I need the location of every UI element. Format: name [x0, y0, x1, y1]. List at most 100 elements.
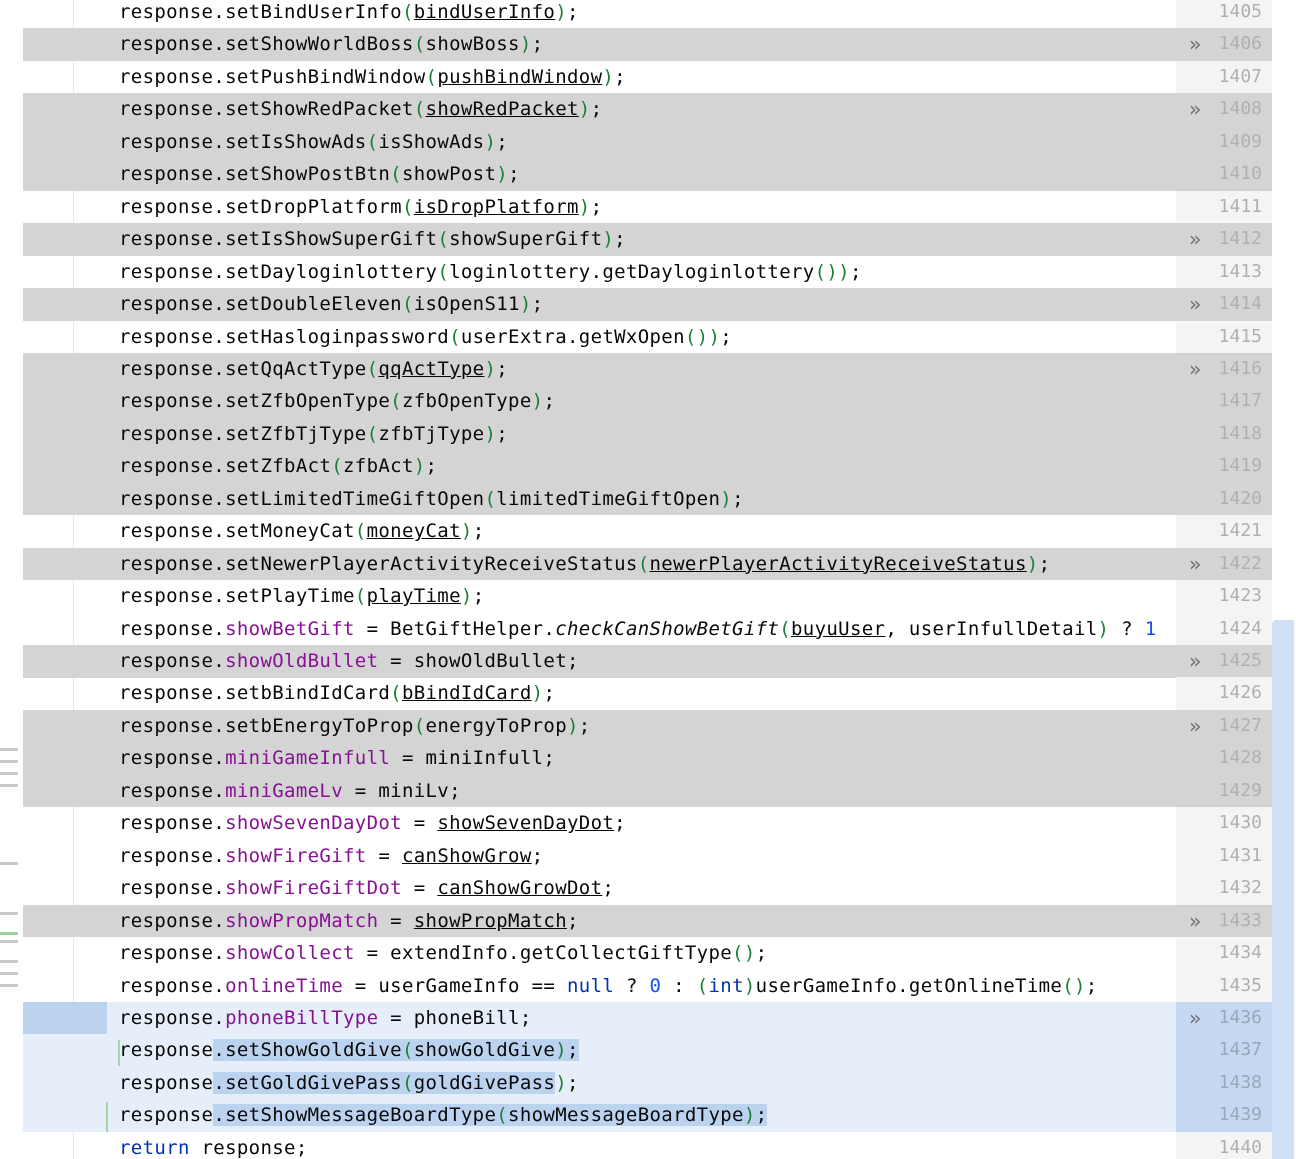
code-line[interactable]: response.miniGameLv = miniLv; 1429 [0, 774, 1296, 808]
code-text[interactable]: response.showOldBullet = showOldBullet; [119, 645, 1174, 678]
code-line[interactable]: response.setShowPostBtn(showPost); 1410 [0, 158, 1296, 191]
code-line[interactable]: response.showFireGift = canShowGrow; 1431 [0, 839, 1296, 873]
code-text[interactable]: return response; [119, 1132, 1174, 1159]
fold-arrows-icon[interactable]: » [1189, 710, 1201, 743]
code-text[interactable]: response.setZfbTjType(zfbTjType); [119, 418, 1174, 451]
code-text[interactable]: response.phoneBillType = phoneBill; [119, 1002, 1174, 1035]
fold-arrows-icon[interactable]: » [1189, 288, 1201, 321]
line-number: 1436 [1218, 1006, 1262, 1028]
fold-arrows-icon[interactable]: » [1189, 645, 1201, 678]
fold-arrows-icon[interactable]: » [1189, 548, 1201, 581]
scrollbar-thumb[interactable] [1272, 620, 1294, 1159]
fold-arrows-icon[interactable]: » [1189, 28, 1201, 61]
code-text[interactable]: response.setDayloginlottery(loginlottery… [119, 256, 1174, 289]
code-text[interactable]: response.setbEnergyToProp(energyToProp); [119, 710, 1174, 743]
line-number: 1415 [1218, 325, 1262, 347]
line-number: 1413 [1218, 260, 1262, 282]
code-text[interactable]: response.setPlayTime(playTime); [119, 580, 1174, 613]
code-line[interactable]: response.setNewerPlayerActivityReceiveSt… [0, 547, 1296, 581]
code-line[interactable]: response.setZfbOpenType(zfbOpenType); 141… [0, 385, 1296, 418]
code-line[interactable]: response.showSevenDayDot = showSevenDayD… [0, 807, 1296, 840]
code-line[interactable]: response.setZfbTjType(zfbTjType); 1418 [0, 417, 1296, 451]
code-line[interactable]: response.showCollect = extendInfo.getCol… [0, 937, 1296, 970]
code-text[interactable]: response.miniGameInfull = miniInfull; [119, 742, 1174, 775]
code-line[interactable]: response.setMoneyCat(moneyCat); 1421 [0, 515, 1296, 548]
code-line[interactable]: response.setZfbAct(zfbAct); 1419 [0, 450, 1296, 483]
code-text[interactable]: response.showFireGift = canShowGrow; [119, 840, 1174, 873]
line-number: 1435 [1218, 974, 1262, 996]
line-number: 1425 [1218, 650, 1262, 671]
code-text[interactable]: response.setHasloginpassword(userExtra.g… [119, 321, 1174, 354]
code-text[interactable]: response.setZfbAct(zfbAct); [119, 450, 1174, 483]
code-text[interactable]: response.setbBindIdCard(bBindIdCard); [119, 677, 1174, 710]
code-line[interactable]: response.setIsShowAds(isShowAds); 1409 [0, 125, 1296, 159]
minimap-marker [0, 972, 18, 975]
fold-arrows-icon[interactable]: » [1189, 1002, 1201, 1035]
code-line[interactable]: response.setPlayTime(playTime); 1423 [0, 580, 1296, 613]
code-line[interactable]: response.setDoubleEleven(isOpenS11); » 141… [0, 288, 1296, 321]
fold-arrows-icon[interactable]: » [1189, 93, 1201, 126]
code-line[interactable]: response.setPushBindWindow(pushBindWindo… [0, 60, 1296, 94]
code-text[interactable]: response.setShowMessageBoardType(showMes… [119, 1099, 1174, 1132]
code-line[interactable]: response.setGoldGivePass(goldGivePass); 1… [0, 1066, 1296, 1100]
code-text[interactable]: response.setBindUserInfo(bindUserInfo); [119, 0, 1174, 29]
code-line[interactable]: response.setShowMessageBoardType(showMes… [0, 1099, 1296, 1132]
code-text[interactable]: response.miniGameLv = miniLv; [119, 775, 1174, 808]
code-line[interactable]: response.onlineTime = userGameInfo == nu… [0, 969, 1296, 1003]
code-text[interactable]: response.setMoneyCat(moneyCat); [119, 515, 1174, 548]
code-text[interactable]: response.setIsShowSuperGift(showSuperGif… [119, 223, 1174, 256]
code-line[interactable]: response.setIsShowSuperGift(showSuperGif… [0, 223, 1296, 256]
code-line[interactable]: response.setDropPlatform(isDropPlatform)… [0, 190, 1296, 224]
fold-arrows-icon[interactable]: » [1189, 223, 1201, 256]
code-line[interactable]: response.showOldBullet = showOldBullet; »… [0, 645, 1296, 678]
code-line[interactable]: response.setShowGoldGive(showGoldGive); 1… [0, 1034, 1296, 1067]
code-text[interactable]: response.setGoldGivePass(goldGivePass); [119, 1067, 1174, 1100]
code-line[interactable]: response.setbBindIdCard(bBindIdCard); 142… [0, 677, 1296, 710]
code-text[interactable]: response.setNewerPlayerActivityReceiveSt… [119, 548, 1174, 581]
code-text[interactable]: response.setQqActType(qqActType); [119, 353, 1174, 386]
code-line[interactable]: response.miniGameInfull = miniInfull; 142… [0, 742, 1296, 775]
code-line[interactable]: response.setQqActType(qqActType); » 1416 [0, 352, 1296, 386]
code-text[interactable]: response.setShowRedPacket(showRedPacket)… [119, 93, 1174, 126]
code-text[interactable]: response.showFireGiftDot = canShowGrowDo… [119, 872, 1174, 905]
line-number: 1427 [1218, 714, 1262, 736]
line-number: 1418 [1218, 422, 1262, 444]
line-number: 1407 [1218, 65, 1262, 87]
scrollbar-track[interactable] [1272, 0, 1296, 1159]
code-line[interactable]: response.setShowRedPacket(showRedPacket)… [0, 93, 1296, 126]
code-line[interactable]: response.phoneBillType = phoneBill; » 1436 [0, 1001, 1296, 1035]
change-marker [106, 1102, 108, 1132]
line-number: 1405 [1218, 1, 1262, 22]
code-line[interactable]: return response; 1440 [0, 1131, 1296, 1159]
code-line[interactable]: response.showFireGiftDot = canShowGrowDo… [0, 872, 1296, 905]
code-line[interactable]: response.setDayloginlottery(loginlottery… [0, 255, 1296, 289]
code-line[interactable]: response.showPropMatch = showPropMatch; »… [0, 904, 1296, 938]
fold-arrows-icon[interactable]: » [1189, 353, 1201, 386]
code-text[interactable]: response.setShowPostBtn(showPost); [119, 158, 1174, 191]
code-text[interactable]: response.setLimitedTimeGiftOpen(limitedT… [119, 483, 1174, 516]
line-number: 1428 [1218, 747, 1262, 769]
code-text[interactable]: response.setZfbOpenType(zfbOpenType); [119, 385, 1174, 418]
code-text[interactable]: response.setIsShowAds(isShowAds); [119, 126, 1174, 159]
code-text[interactable]: response.onlineTime = userGameInfo == nu… [119, 970, 1174, 1003]
code-text[interactable]: response.setDoubleEleven(isOpenS11); [119, 288, 1174, 321]
code-text[interactable]: response.setShowWorldBoss(showBoss); [119, 28, 1174, 61]
minimap-marker [0, 772, 18, 775]
code-line[interactable]: response.setBindUserInfo(bindUserInfo); 1… [0, 0, 1296, 29]
code-text[interactable]: response.showCollect = extendInfo.getCol… [119, 937, 1174, 970]
code-line[interactable]: response.setShowWorldBoss(showBoss); » 140… [0, 28, 1296, 61]
code-text[interactable]: response.setDropPlatform(isDropPlatform)… [119, 191, 1174, 224]
code-line[interactable]: response.setbEnergyToProp(energyToProp);… [0, 709, 1296, 743]
code-text[interactable]: response.setShowGoldGive(showGoldGive); [119, 1034, 1174, 1067]
code-text[interactable]: response.setPushBindWindow(pushBindWindo… [119, 61, 1174, 94]
code-line[interactable]: response.setLimitedTimeGiftOpen(limitedT… [0, 482, 1296, 516]
fold-arrows-icon[interactable]: » [1189, 905, 1201, 938]
code-text[interactable]: response.showSevenDayDot = showSevenDayD… [119, 807, 1174, 840]
line-number: 1416 [1218, 357, 1262, 379]
line-number: 1434 [1218, 942, 1262, 964]
code-line[interactable]: response.setHasloginpassword(userExtra.g… [0, 320, 1296, 354]
code-line[interactable]: response.showBetGift = BetGiftHelper.che… [0, 612, 1296, 646]
code-text[interactable]: response.showPropMatch = showPropMatch; [119, 905, 1174, 938]
code-text[interactable]: response.showBetGift = BetGiftHelper.che… [119, 613, 1174, 646]
code-editor[interactable]: response.setBindUserInfo(bindUserInfo); 1… [0, 0, 1296, 1159]
